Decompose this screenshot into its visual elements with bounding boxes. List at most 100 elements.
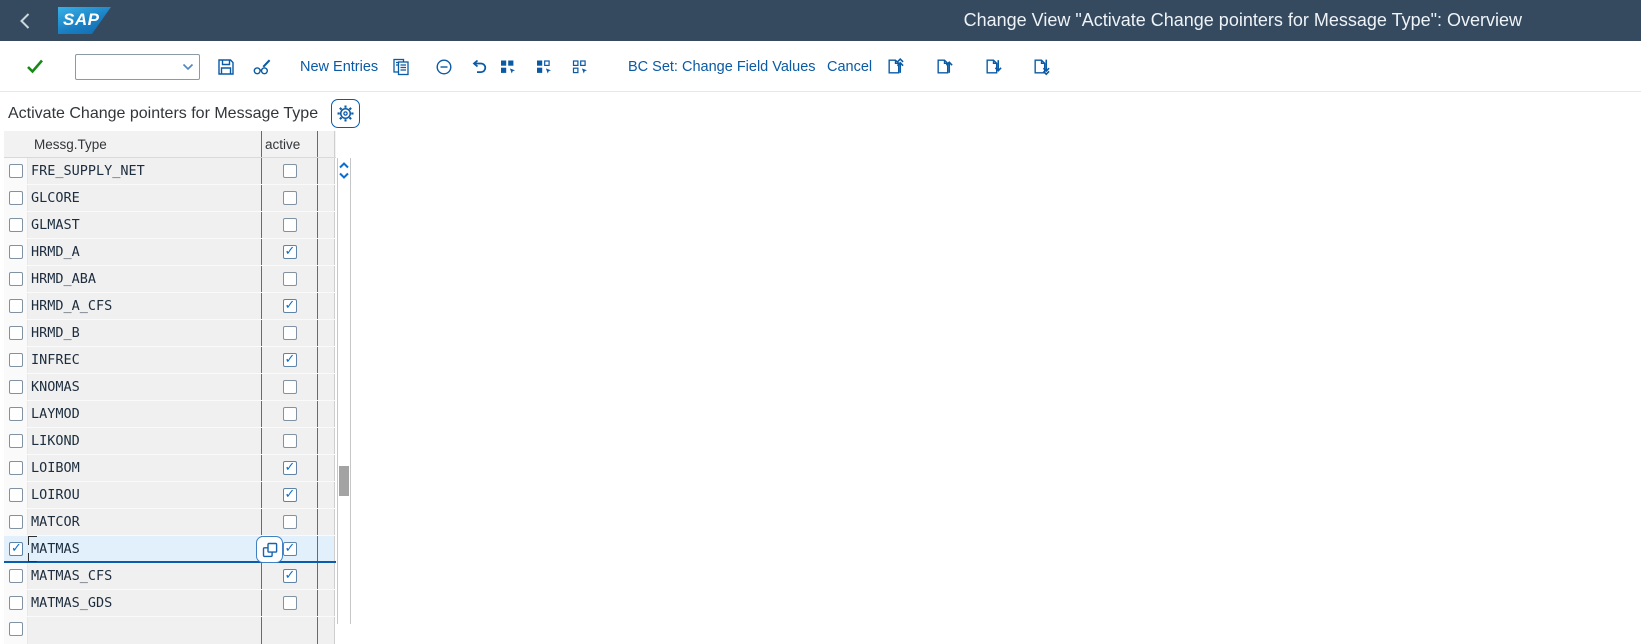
command-input[interactable] <box>76 56 182 78</box>
back-button[interactable] <box>8 4 42 38</box>
row-select-cell <box>4 320 28 346</box>
select-block-button[interactable] <box>535 41 554 92</box>
row-select-checkbox[interactable] <box>9 461 23 475</box>
messg-type-cell[interactable]: LOIBOM <box>28 455 262 481</box>
active-checkbox[interactable] <box>283 461 297 475</box>
bc-set-button[interactable]: BC Set: Change Field Values <box>628 41 816 92</box>
active-cell <box>262 347 318 373</box>
select-column-header[interactable] <box>4 131 28 157</box>
table-row: HRMD_ABA <box>4 266 336 293</box>
scroll-up-icon[interactable] <box>339 162 349 169</box>
row-select-checkbox[interactable] <box>9 542 23 556</box>
messg-type-cell[interactable]: LOIROU <box>28 482 262 508</box>
section-title: Activate Change pointers for Message Typ… <box>8 105 318 123</box>
page-up-icon <box>935 57 954 76</box>
messg-type-cell[interactable]: MATMAS_CFS <box>28 563 262 589</box>
active-checkbox[interactable] <box>283 164 297 178</box>
page-last-icon <box>1032 57 1051 76</box>
deselect-all-button[interactable] <box>571 41 590 92</box>
active-checkbox[interactable] <box>283 407 297 421</box>
active-checkbox[interactable] <box>283 542 297 556</box>
row-select-checkbox[interactable] <box>9 272 23 286</box>
messg-type-cell[interactable]: MATMAS_GDS <box>28 590 262 616</box>
active-cell <box>262 239 318 265</box>
copy-cell-icon <box>262 542 278 558</box>
page-first-icon <box>886 57 905 76</box>
row-select-checkbox[interactable] <box>9 488 23 502</box>
messg-type-cell[interactable]: GLCORE <box>28 185 262 211</box>
active-checkbox[interactable] <box>283 245 297 259</box>
active-checkbox[interactable] <box>283 488 297 502</box>
active-checkbox[interactable] <box>283 380 297 394</box>
page-first-button[interactable] <box>886 41 905 92</box>
row-select-cell <box>4 401 28 427</box>
page-down-button[interactable] <box>984 41 1003 92</box>
cancel-button[interactable]: Cancel <box>827 41 872 92</box>
save-button[interactable] <box>217 41 235 92</box>
messg-type-cell[interactable]: FRE_SUPPLY_NET <box>28 158 262 184</box>
row-select-checkbox[interactable] <box>9 245 23 259</box>
active-checkbox[interactable] <box>283 299 297 313</box>
messg-type-cell[interactable]: HRMD_A_CFS <box>28 293 262 319</box>
copy-cell-button[interactable] <box>256 536 283 563</box>
messg-type-cell[interactable]: KNOMAS <box>28 374 262 400</box>
messg-type-cell[interactable]: GLMAST <box>28 212 262 238</box>
row-select-checkbox[interactable] <box>9 380 23 394</box>
row-select-checkbox[interactable] <box>9 622 23 636</box>
row-select-checkbox[interactable] <box>9 191 23 205</box>
new-entries-button[interactable]: New Entries <box>300 41 378 92</box>
active-checkbox[interactable] <box>283 272 297 286</box>
row-select-checkbox[interactable] <box>9 434 23 448</box>
scroll-down-icon[interactable] <box>339 172 349 179</box>
display-change-button[interactable] <box>253 41 272 92</box>
messg-type-cell[interactable]: HRMD_B <box>28 320 262 346</box>
page-up-button[interactable] <box>935 41 954 92</box>
active-checkbox[interactable] <box>283 596 297 610</box>
messg-type-cell[interactable]: MATCOR <box>28 509 262 535</box>
row-select-checkbox[interactable] <box>9 515 23 529</box>
filler-cell <box>318 212 335 238</box>
active-column-header[interactable]: active <box>262 131 318 157</box>
active-cell <box>262 185 318 211</box>
row-select-checkbox[interactable] <box>9 326 23 340</box>
change-pointers-table: Messg.Type active FRE_SUPPLY_NET <box>4 131 336 644</box>
messg-type-cell[interactable]: HRMD_A <box>28 239 262 265</box>
select-all-button[interactable] <box>499 41 518 92</box>
row-select-cell <box>4 347 28 373</box>
active-checkbox[interactable] <box>283 569 297 583</box>
row-select-checkbox[interactable] <box>9 596 23 610</box>
table-row: MATMAS_GDS <box>4 590 336 617</box>
row-select-checkbox[interactable] <box>9 569 23 583</box>
vertical-scrollbar[interactable] <box>337 158 351 624</box>
active-cell <box>262 293 318 319</box>
active-checkbox[interactable] <box>283 434 297 448</box>
active-cell <box>262 482 318 508</box>
page-down-icon <box>984 57 1003 76</box>
messg-type-cell[interactable]: MATMAS <box>28 536 262 561</box>
messg-type-value: MATMAS_GDS <box>31 595 112 611</box>
delete-row-button[interactable] <box>435 41 453 92</box>
row-select-checkbox[interactable] <box>9 164 23 178</box>
active-checkbox[interactable] <box>283 353 297 367</box>
active-checkbox[interactable] <box>283 191 297 205</box>
active-checkbox[interactable] <box>283 326 297 340</box>
copy-entries-button[interactable] <box>392 41 410 92</box>
active-checkbox[interactable] <box>283 218 297 232</box>
scrollbar-thumb[interactable] <box>339 466 349 496</box>
messg-type-cell[interactable]: HRMD_ABA <box>28 266 262 292</box>
undo-button[interactable] <box>470 41 488 92</box>
messg-type-column-header[interactable]: Messg.Type <box>28 131 262 157</box>
page-last-button[interactable] <box>1032 41 1051 92</box>
messg-type-cell[interactable]: LIKOND <box>28 428 262 454</box>
table-settings-button[interactable] <box>331 99 360 128</box>
messg-type-cell[interactable]: INFREC <box>28 347 262 373</box>
row-select-checkbox[interactable] <box>9 299 23 313</box>
row-select-checkbox[interactable] <box>9 353 23 367</box>
row-select-checkbox[interactable] <box>9 218 23 232</box>
row-select-checkbox[interactable] <box>9 407 23 421</box>
confirm-button[interactable] <box>26 41 44 92</box>
combo-chevron-icon[interactable] <box>182 63 199 71</box>
filler-cell <box>318 563 335 589</box>
active-checkbox[interactable] <box>283 515 297 529</box>
messg-type-cell[interactable]: LAYMOD <box>28 401 262 427</box>
